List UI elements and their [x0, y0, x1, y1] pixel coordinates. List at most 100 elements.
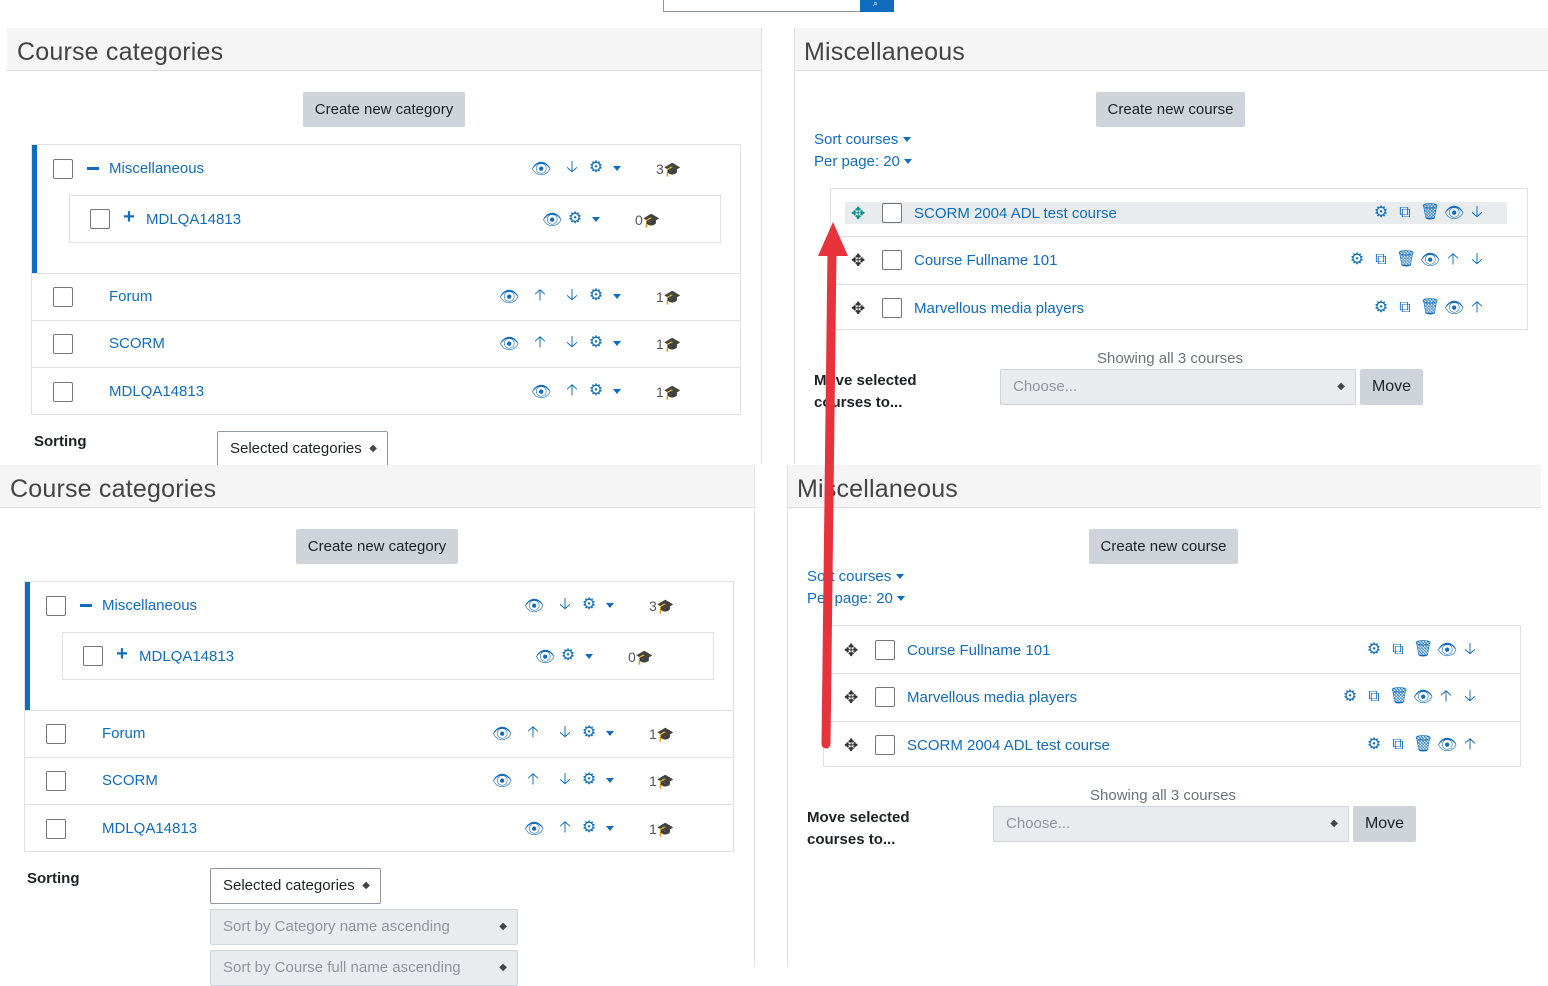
course-link[interactable]: Marvellous media players — [914, 300, 1084, 317]
course-checkbox[interactable] — [882, 298, 902, 318]
eye-icon[interactable]: 👁 — [1444, 301, 1464, 317]
gear-icon[interactable]: ⚙ — [1365, 642, 1383, 658]
eye-icon[interactable]: 👁 — [492, 774, 512, 790]
create-course-button[interactable]: Create new course — [1096, 92, 1245, 127]
arrow-down-icon[interactable]: 🡣 — [556, 725, 574, 741]
move-category-select[interactable]: Choose... ◆ — [1000, 369, 1356, 405]
gear-icon[interactable]: ⚙ — [1348, 252, 1366, 268]
trash-icon[interactable]: 🗑 — [1396, 252, 1416, 268]
eye-icon[interactable]: 👁 — [535, 650, 555, 666]
eye-icon[interactable]: 👁 — [1444, 206, 1464, 222]
eye-icon[interactable]: 👁 — [524, 822, 544, 838]
gear-icon[interactable]: ⚙ — [587, 288, 605, 304]
chevron-down-icon[interactable] — [904, 159, 912, 164]
category-checkbox[interactable] — [46, 596, 66, 616]
category-checkbox[interactable] — [53, 382, 73, 402]
arrow-up-icon[interactable]: 🡡 — [531, 335, 549, 351]
gear-icon[interactable]: ⚙ — [580, 597, 598, 613]
arrow-down-icon[interactable]: 🡣 — [1468, 205, 1486, 221]
collapse-icon[interactable] — [80, 604, 92, 607]
gear-icon[interactable]: ⚙ — [1372, 205, 1390, 221]
category-link[interactable]: Forum — [102, 725, 145, 742]
category-link[interactable]: Forum — [109, 288, 152, 305]
arrow-down-icon[interactable]: 🡣 — [556, 772, 574, 788]
category-link[interactable]: MDLQA14813 — [139, 648, 234, 665]
category-checkbox[interactable] — [46, 771, 66, 791]
gear-icon[interactable]: ⚙ — [1341, 689, 1359, 705]
arrow-down-icon[interactable]: 🡣 — [563, 160, 581, 176]
category-link[interactable]: MDLQA14813 — [109, 383, 204, 400]
chevron-down-icon[interactable] — [592, 217, 600, 222]
category-link[interactable]: MDLQA14813 — [146, 211, 241, 228]
arrow-up-icon[interactable]: 🡡 — [1468, 300, 1486, 316]
category-link[interactable]: SCORM — [109, 335, 165, 352]
collapse-icon[interactable] — [87, 167, 99, 170]
course-checkbox[interactable] — [875, 735, 895, 755]
course-checkbox[interactable] — [882, 250, 902, 270]
course-checkbox[interactable] — [875, 640, 895, 660]
category-checkbox[interactable] — [53, 334, 73, 354]
course-link[interactable]: Marvellous media players — [907, 689, 1077, 706]
search-button[interactable]: ⌕ — [860, 0, 894, 12]
arrow-up-icon[interactable]: 🡡 — [1461, 737, 1479, 753]
arrow-down-icon[interactable]: 🡣 — [563, 288, 581, 304]
gear-icon[interactable]: ⚙ — [566, 211, 584, 227]
chevron-down-icon[interactable] — [606, 826, 614, 831]
eye-icon[interactable]: 👁 — [499, 290, 519, 306]
course-checkbox[interactable] — [875, 687, 895, 707]
category-checkbox[interactable] — [90, 209, 110, 229]
expand-icon[interactable]: + — [120, 207, 138, 227]
sort-category-select[interactable]: Sort by Category name ascending ◆ — [210, 909, 518, 945]
eye-icon[interactable]: 👁 — [524, 599, 544, 615]
arrow-down-icon[interactable]: 🡣 — [556, 597, 574, 613]
move-icon[interactable]: ✥ — [844, 737, 858, 754]
category-checkbox[interactable] — [83, 646, 103, 666]
expand-icon[interactable]: + — [113, 644, 131, 664]
eye-icon[interactable]: 👁 — [531, 162, 551, 178]
trash-icon[interactable]: 🗑 — [1420, 300, 1440, 316]
arrow-up-icon[interactable]: 🡡 — [563, 383, 581, 399]
copy-icon[interactable]: ⧉ — [1396, 205, 1414, 221]
gear-icon[interactable]: ⚙ — [587, 335, 605, 351]
category-checkbox[interactable] — [46, 819, 66, 839]
chevron-down-icon[interactable] — [613, 389, 621, 394]
eye-icon[interactable]: 👁 — [499, 337, 519, 353]
copy-icon[interactable]: ⧉ — [1365, 689, 1383, 705]
course-link[interactable]: Course Fullname 101 — [914, 252, 1057, 269]
course-link[interactable]: Course Fullname 101 — [907, 642, 1050, 659]
chevron-down-icon[interactable] — [903, 137, 911, 142]
category-checkbox[interactable] — [53, 287, 73, 307]
category-link[interactable]: SCORM — [102, 772, 158, 789]
category-checkbox[interactable] — [46, 724, 66, 744]
chevron-down-icon[interactable] — [606, 603, 614, 608]
chevron-down-icon[interactable] — [613, 341, 621, 346]
course-link[interactable]: SCORM 2004 ADL test course — [914, 205, 1117, 222]
arrow-up-icon[interactable]: 🡡 — [531, 288, 549, 304]
gear-icon[interactable]: ⚙ — [1372, 300, 1390, 316]
sorting-select[interactable]: Selected categories ◆ — [217, 431, 388, 467]
gear-icon[interactable]: ⚙ — [587, 383, 605, 399]
gear-icon[interactable]: ⚙ — [580, 772, 598, 788]
arrow-up-icon[interactable]: 🡡 — [524, 772, 542, 788]
eye-icon[interactable]: 👁 — [1437, 643, 1457, 659]
arrow-down-icon[interactable]: 🡣 — [1468, 252, 1486, 268]
eye-icon[interactable]: 👁 — [531, 385, 551, 401]
move-icon[interactable]: ✥ — [851, 252, 865, 269]
copy-icon[interactable]: ⧉ — [1389, 737, 1407, 753]
arrow-down-icon[interactable]: 🡣 — [1461, 642, 1479, 658]
gear-icon[interactable]: ⚙ — [559, 648, 577, 664]
chevron-down-icon[interactable] — [897, 596, 905, 601]
category-link[interactable]: Miscellaneous — [102, 597, 197, 614]
move-icon[interactable]: ✥ — [844, 642, 858, 659]
sort-course-select[interactable]: Sort by Course full name ascending ◆ — [210, 950, 518, 986]
chevron-down-icon[interactable] — [606, 778, 614, 783]
eye-icon[interactable]: 👁 — [492, 727, 512, 743]
arrow-up-icon[interactable]: 🡡 — [1437, 689, 1455, 705]
arrow-down-icon[interactable]: 🡣 — [1461, 689, 1479, 705]
move-button[interactable]: Move — [1360, 369, 1423, 405]
create-course-button[interactable]: Create new course — [1089, 529, 1238, 564]
chevron-down-icon[interactable] — [896, 574, 904, 579]
per-page-menu[interactable]: Per page: 20 — [814, 153, 900, 170]
category-link[interactable]: MDLQA14813 — [102, 820, 197, 837]
sort-courses-menu[interactable]: Sort courses — [814, 131, 898, 148]
